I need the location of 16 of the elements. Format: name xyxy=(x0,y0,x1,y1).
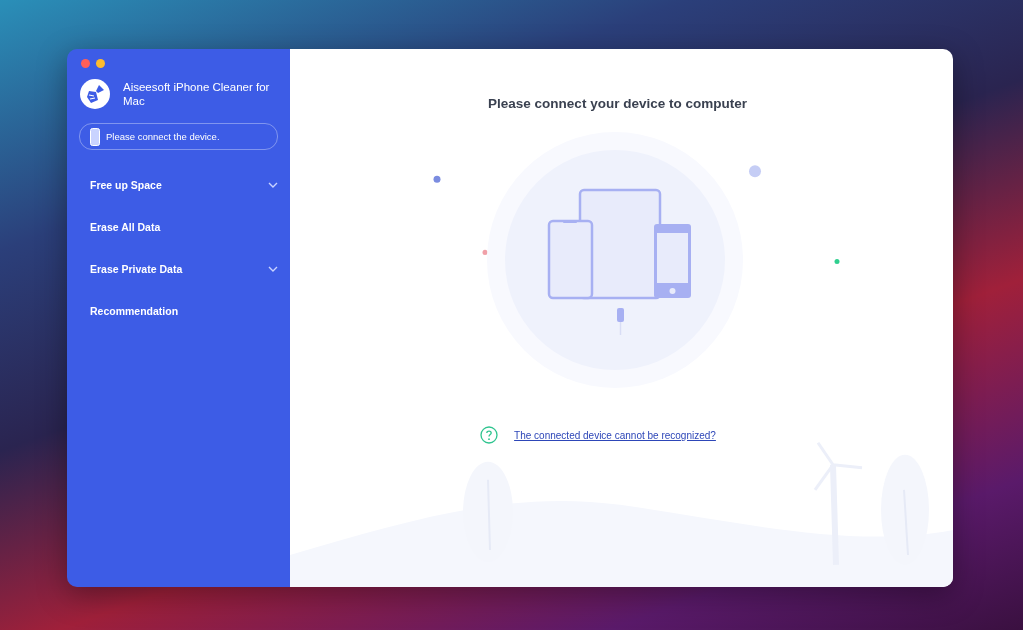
decor-dot xyxy=(482,249,488,255)
minimize-button[interactable] xyxy=(96,59,105,68)
decor-dot xyxy=(749,165,761,178)
help-link[interactable]: The connected device cannot be recognized? xyxy=(514,429,716,441)
nav-item[interactable]: Recommendation xyxy=(79,290,278,332)
app-title: Aiseesoft iPhone Cleaner for Mac xyxy=(123,80,271,108)
main-title: Please connect your device to computer xyxy=(488,96,747,111)
nav-item[interactable]: Erase All Data xyxy=(79,206,278,248)
nav-item[interactable]: Free up Space xyxy=(79,164,278,206)
decor-dot xyxy=(834,258,840,264)
phone-icon xyxy=(90,127,100,146)
nav-item[interactable]: Erase Private Data xyxy=(79,248,278,290)
decor-dot xyxy=(433,175,441,183)
help-icon xyxy=(480,426,499,444)
device-status-text: Please connect the device. xyxy=(106,131,220,142)
close-button[interactable] xyxy=(81,59,90,68)
